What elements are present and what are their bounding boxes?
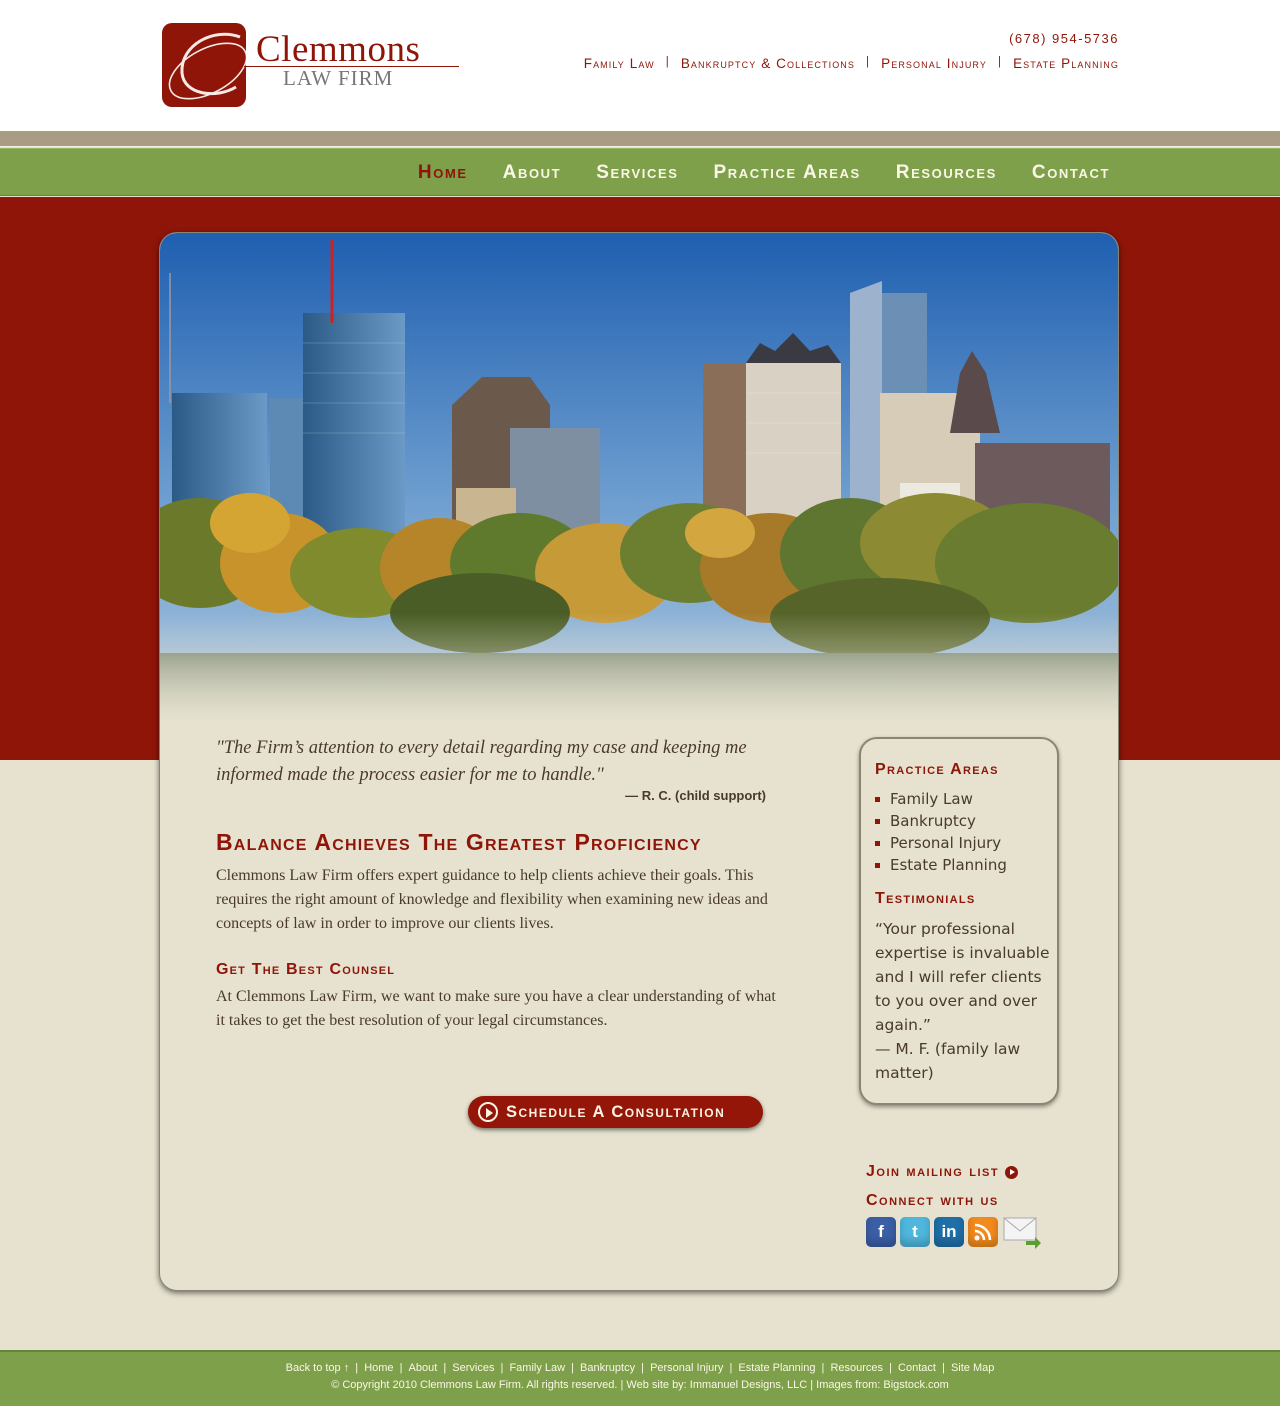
sidebar-item-estate-planning[interactable]: Estate Planning xyxy=(875,854,1007,876)
nav-practice-areas[interactable]: Practice Areas xyxy=(714,162,861,184)
site-header: Clemmons LAW FIRM (678) 954-5736 Family … xyxy=(0,0,1280,131)
cta-label: Schedule A Consultation xyxy=(506,1102,726,1121)
schedule-consultation-button[interactable]: Schedule A Consultation xyxy=(468,1096,763,1128)
footer-link-services[interactable]: Services xyxy=(452,1362,494,1374)
separator: | xyxy=(997,56,1003,68)
footer-link-resources[interactable]: Resources xyxy=(830,1362,883,1374)
header-divider-band xyxy=(0,131,1280,147)
nav-resources[interactable]: Resources xyxy=(896,162,997,184)
sidebar-item-bankruptcy[interactable]: Bankruptcy xyxy=(875,810,1007,832)
logo-name[interactable]: Clemmons xyxy=(256,30,420,70)
counsel-paragraph: At Clemmons Law Firm, we want to make su… xyxy=(216,988,776,1029)
footer-link-about[interactable]: About xyxy=(409,1362,438,1374)
sub-heading: Get The Best Counsel xyxy=(216,961,396,978)
phone-number: (678) 954-5736 xyxy=(1009,31,1119,46)
social-icons: f t in xyxy=(866,1217,1042,1249)
join-label: Join mailing list xyxy=(866,1163,1000,1180)
logo-mark[interactable] xyxy=(162,23,246,107)
sidebar-item-personal-injury[interactable]: Personal Injury xyxy=(875,832,1007,854)
sidebar-box: Practice Areas Family Law Bankruptcy Per… xyxy=(859,737,1059,1105)
testimonial-attribution: — M. F. (family law matter) xyxy=(875,1040,1021,1082)
top-link-family-law[interactable]: Family Law xyxy=(584,56,655,71)
logo-subtitle[interactable]: LAW FIRM xyxy=(283,66,393,90)
top-link-personal-injury[interactable]: Personal Injury xyxy=(881,56,987,71)
arrow-circle-icon xyxy=(1005,1165,1019,1179)
twitter-icon[interactable]: t xyxy=(900,1217,930,1247)
quote-attribution: — R. C. (child support) xyxy=(625,788,766,803)
footer-link-contact[interactable]: Contact xyxy=(898,1362,936,1374)
top-link-estate-planning[interactable]: Estate Planning xyxy=(1013,56,1119,71)
back-to-top-link[interactable]: Back to top ↑ xyxy=(286,1362,350,1374)
rss-icon[interactable] xyxy=(968,1217,998,1247)
nav-about[interactable]: About xyxy=(503,162,562,184)
separator: | xyxy=(665,56,670,68)
practice-areas-list: Family Law Bankruptcy Personal Injury Es… xyxy=(875,788,1007,876)
footer-link-home[interactable]: Home xyxy=(364,1362,393,1374)
play-circle-icon xyxy=(478,1102,498,1122)
join-mailing-list-link[interactable]: Join mailing list xyxy=(866,1163,1019,1181)
sidebar-item-family-law[interactable]: Family Law xyxy=(875,788,1007,810)
main-nav: Home About Services Practice Areas Resou… xyxy=(0,148,1280,196)
intro-paragraph: Clemmons Law Firm offers expert guidance… xyxy=(216,867,768,932)
nav-services[interactable]: Services xyxy=(596,162,678,184)
footer-link-site-map[interactable]: Site Map xyxy=(951,1362,994,1374)
top-link-bankruptcy[interactable]: Bankruptcy & Collections xyxy=(681,56,855,71)
city-skyline-image xyxy=(160,233,1118,723)
testimonial: “Your professional expertise is invaluab… xyxy=(875,917,1059,1085)
site-footer: Back to top ↑ | Home | About | Services … xyxy=(0,1350,1280,1406)
nav-home[interactable]: Home xyxy=(418,162,468,184)
footer-link-personal-injury[interactable]: Personal Injury xyxy=(650,1362,723,1374)
footer-link-family-law[interactable]: Family Law xyxy=(509,1362,565,1374)
email-icon[interactable] xyxy=(1002,1217,1042,1249)
practice-quick-links: Family Law | Bankruptcy & Collections | … xyxy=(584,56,1119,71)
testimonials-heading: Testimonials xyxy=(875,890,976,907)
testimonial-text: “Your professional expertise is invaluab… xyxy=(875,920,1050,1034)
separator: | xyxy=(866,56,871,68)
footer-links: Back to top ↑ | Home | About | Services … xyxy=(285,1362,995,1374)
practice-areas-heading: Practice Areas xyxy=(875,761,999,778)
copyright: © Copyright 2010 Clemmons Law Firm. All … xyxy=(331,1379,949,1391)
facebook-icon[interactable]: f xyxy=(866,1217,896,1247)
client-quote: "The Firm’s attention to every detail re… xyxy=(216,738,747,785)
main-heading: Balance Achieves The Greatest Proficienc… xyxy=(216,829,702,855)
connect-heading: Connect with us xyxy=(866,1192,999,1209)
content-panel: "The Firm’s attention to every detail re… xyxy=(159,232,1119,1291)
linkedin-icon[interactable]: in xyxy=(934,1217,964,1247)
footer-link-estate-planning[interactable]: Estate Planning xyxy=(738,1362,815,1374)
nav-contact[interactable]: Contact xyxy=(1032,162,1110,184)
footer-link-bankruptcy[interactable]: Bankruptcy xyxy=(580,1362,635,1374)
